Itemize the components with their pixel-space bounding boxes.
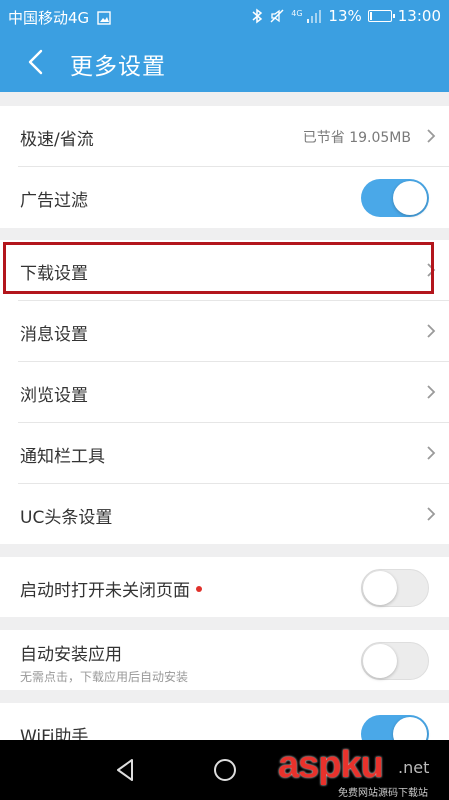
startup-group: 启动时打开未关闭页面 [0,557,449,617]
toggle-knob [363,571,397,605]
signal-icon: 4G [291,9,322,24]
chevron-right-icon [427,263,436,277]
back-arrow-icon[interactable] [18,44,54,80]
wifi-assistant-row: WiFi助手 [18,703,449,740]
chevron-right-icon [427,507,436,521]
download-settings-label: 下载设置 [20,264,88,284]
speed-saving-row[interactable]: 极速/省流 已节省 19.05MB [18,106,449,167]
speed-group: 极速/省流 已节省 19.05MB 广告过滤 [0,106,449,228]
chevron-right-icon [427,446,436,460]
ad-filter-toggle[interactable] [361,179,429,217]
auto-install-label: 自动安装应用 [20,645,122,665]
ad-filter-row: 广告过滤 [18,167,449,227]
notification-tools-label: 通知栏工具 [20,447,105,467]
ad-filter-label: 广告过滤 [20,191,88,211]
chevron-right-icon [427,324,436,338]
toggle-knob [393,717,427,740]
back-triangle-icon[interactable] [110,754,142,786]
app-header: 更多设置 [0,32,449,92]
uc-headline-settings-row[interactable]: UC头条设置 [18,484,449,544]
home-circle-icon[interactable] [209,754,241,786]
status-bar: 中国移动4G 4G 13% 13:00 [0,0,449,32]
chevron-right-icon [427,385,436,399]
download-settings-row[interactable]: 下载设置 [18,240,449,301]
browse-settings-row[interactable]: 浏览设置 [18,362,449,423]
message-settings-label: 消息设置 [20,325,88,345]
speed-saving-label: 极速/省流 [20,130,94,150]
auto-install-group: 自动安装应用 无需点击，下载应用后自动安装 [0,630,449,690]
restore-pages-toggle[interactable] [361,569,429,607]
page-title: 更多设置 [70,54,166,80]
toggle-knob [363,644,397,678]
settings-group: 下载设置 消息设置 浏览设置 通知栏工具 UC头条设置 [0,240,449,544]
uc-headline-settings-label: UC头条设置 [20,508,113,528]
new-badge-dot [196,586,202,592]
toggle-knob [393,181,427,215]
wifi-group: WiFi助手 [0,703,449,740]
bluetooth-icon [252,8,263,24]
wifi-assistant-label: WiFi助手 [20,727,89,740]
chevron-right-icon [427,129,436,143]
battery-icon [367,10,395,22]
battery-percent: 13% [328,7,362,25]
mute-icon [270,9,284,23]
auto-install-description: 无需点击，下载应用后自动安装 [20,670,189,684]
restore-pages-row: 启动时打开未关闭页面 [18,557,449,617]
system-nav-bar [0,740,449,800]
image-icon [97,11,111,25]
carrier-label: 中国移动4G [8,7,111,28]
wifi-assistant-toggle[interactable] [361,715,429,740]
message-settings-row[interactable]: 消息设置 [18,301,449,362]
notification-tools-row[interactable]: 通知栏工具 [18,423,449,484]
data-saved-value: 已节省 19.05MB [302,130,411,146]
auto-install-toggle[interactable] [361,642,429,680]
browse-settings-label: 浏览设置 [20,386,88,406]
auto-install-row: 自动安装应用 无需点击，下载应用后自动安装 [18,630,449,690]
clock: 13:00 [397,7,441,25]
restore-pages-label: 启动时打开未关闭页面 [20,576,202,601]
